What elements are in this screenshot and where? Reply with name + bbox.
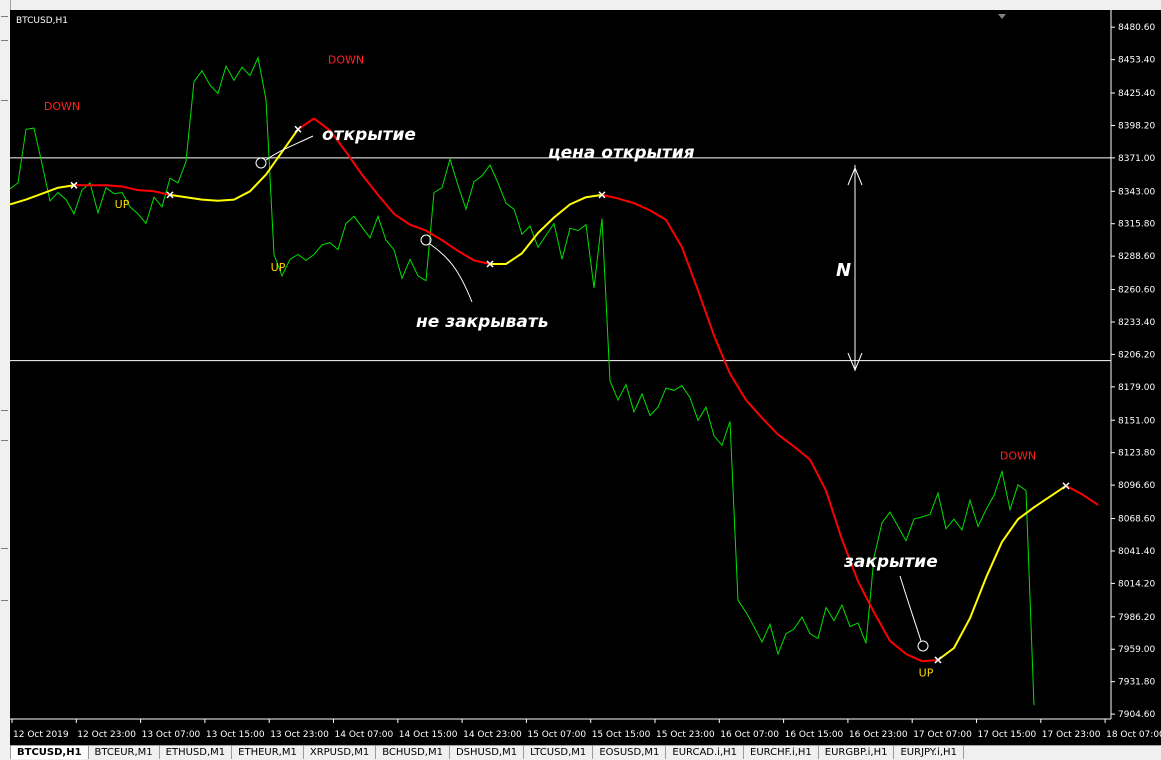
y-tick-label: 7904.60 (1118, 710, 1155, 720)
chart-tab[interactable]: DSHUSD,M1 (450, 746, 525, 759)
chart-tab[interactable]: EOSUSD,M1 (593, 746, 667, 759)
y-tick-label: 7931.80 (1118, 678, 1155, 688)
price-axis-panel (1111, 10, 1161, 745)
gutter-mark (1, 16, 8, 17)
y-tick-label: 8398.20 (1118, 121, 1155, 131)
gutter-mark (1, 440, 8, 441)
up-signal-label: UP (271, 261, 286, 274)
chart-tab[interactable]: XRPUSD,M1 (304, 746, 377, 759)
terminal-frame: BTCUSD,H1 8480.60 8453.40 8425.40 8398.20 83… (0, 0, 1161, 760)
x-tick-label: 17 Oct 23:00 (1042, 730, 1101, 740)
chart-tab[interactable]: ETHUSD,M1 (160, 746, 233, 759)
x-tick-label: 15 Oct 07:00 (527, 730, 586, 740)
y-tick-label: 8453.40 (1118, 56, 1155, 66)
y-tick-label: 8480.60 (1118, 23, 1155, 33)
x-tick-label: 15 Oct 23:00 (656, 730, 715, 740)
chart-tab[interactable]: ETHEUR,M1 (232, 746, 304, 759)
open-price-label: цена открытия (548, 143, 695, 163)
gutter-mark (1, 410, 8, 411)
gutter-mark (1, 600, 8, 601)
n-label: N (836, 260, 851, 281)
y-tick-label: 8014.20 (1118, 579, 1155, 589)
y-tick-label: 8315.80 (1118, 220, 1155, 230)
y-tick-label: 8343.00 (1118, 187, 1155, 197)
x-tick-label: 12 Oct 2019 (13, 730, 69, 740)
chart-tab[interactable]: EURJPY.i,H1 (894, 746, 964, 759)
chart-tab[interactable]: EURCHF.i,H1 (744, 746, 819, 759)
price-chart[interactable]: BTCUSD,H1 8480.60 8453.40 8425.40 8398.20 83… (10, 10, 1161, 745)
y-tick-label: 8096.60 (1118, 481, 1155, 491)
chart-tab[interactable]: EURCAD.i,H1 (666, 746, 745, 759)
down-signal-label: DOWN (44, 100, 80, 113)
y-tick-label: 7986.20 (1118, 613, 1155, 623)
up-signal-label: UP (919, 667, 934, 680)
gutter-mark (1, 40, 8, 41)
x-tick-label: 16 Oct 23:00 (849, 730, 908, 740)
y-tick-label: 8041.40 (1118, 547, 1155, 557)
chart-tabs: BTCUSD,H1 BTCEUR,M1 ETHUSD,M1 ETHEUR,M1 XRPU… (10, 745, 1161, 760)
y-tick-label: 8179.00 (1118, 383, 1155, 393)
chart-tab[interactable]: BCHUSD,M1 (376, 746, 450, 759)
x-tick-label: 18 Oct 07:00 (1106, 730, 1161, 740)
symbol-label: BTCUSD,H1 (16, 16, 68, 26)
y-tick-label: 8206.20 (1118, 350, 1155, 360)
close-label: закрытие (843, 552, 938, 572)
up-signal-label: UP (115, 198, 130, 211)
x-tick-label: 13 Oct 07:00 (142, 730, 201, 740)
chart-tab[interactable]: BTCUSD,H1 (10, 746, 89, 759)
y-tick-label: 8233.40 (1118, 318, 1155, 328)
gutter-mark (1, 548, 8, 549)
dont-close-label: не закрывать (416, 312, 548, 332)
y-tick-label: 7959.00 (1118, 645, 1155, 655)
x-tick-label: 12 Oct 23:00 (77, 730, 136, 740)
y-tick-label: 8151.00 (1118, 416, 1155, 426)
x-tick-label: 14 Oct 23:00 (463, 730, 522, 740)
x-tick-label: 13 Oct 23:00 (270, 730, 329, 740)
x-tick-label: 15 Oct 15:00 (592, 730, 651, 740)
down-signal-label: DOWN (1000, 450, 1036, 463)
x-tick-label: 16 Oct 15:00 (785, 730, 844, 740)
y-tick-label: 8288.60 (1118, 252, 1155, 262)
x-tick-label: 14 Oct 15:00 (399, 730, 458, 740)
open-label: открытие (322, 125, 416, 145)
x-tick-label: 13 Oct 15:00 (206, 730, 265, 740)
x-tick-label: 17 Oct 15:00 (978, 730, 1037, 740)
plot-background (10, 10, 1111, 719)
y-tick-label: 8068.60 (1118, 515, 1155, 525)
x-tick-label: 17 Oct 07:00 (913, 730, 972, 740)
chart-tab[interactable]: EURGBP.i,H1 (819, 746, 895, 759)
y-tick-label: 8371.00 (1118, 154, 1155, 164)
y-tick-label: 8123.80 (1118, 449, 1155, 459)
y-tick-label: 8260.60 (1118, 286, 1155, 296)
chart-tab[interactable]: BTCEUR,M1 (89, 746, 160, 759)
y-tick-label: 8425.40 (1118, 89, 1155, 99)
chart-tab[interactable]: LTCUSD,M1 (524, 746, 594, 759)
x-tick-label: 14 Oct 07:00 (335, 730, 394, 740)
gutter-mark (1, 100, 8, 101)
x-tick-label: 16 Oct 07:00 (720, 730, 779, 740)
down-signal-label: DOWN (328, 54, 364, 67)
